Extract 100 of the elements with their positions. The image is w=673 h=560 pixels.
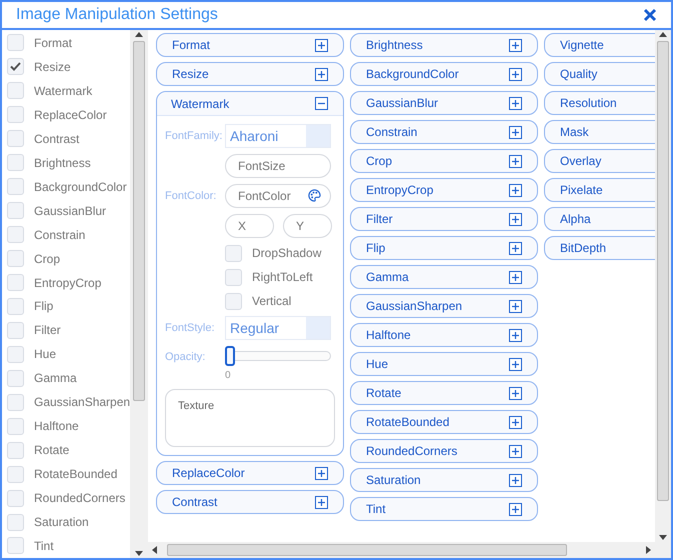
processor-label[interactable]: EntropyCrop [34,274,102,292]
plus-square-icon[interactable] [509,242,522,254]
processor-label[interactable]: GaussianBlur [34,202,106,220]
checkbox[interactable] [7,466,24,483]
scroll-up-icon[interactable] [659,32,667,37]
checkbox[interactable] [7,250,24,268]
section-header[interactable]: Rotate [350,381,538,405]
section-header[interactable]: BitDepth [544,236,655,260]
scroll-up-icon[interactable] [135,32,143,37]
section-header[interactable]: Saturation [350,468,538,492]
plus-square-icon[interactable] [509,38,522,52]
processor-label[interactable]: RoundedCorners [34,489,126,508]
checkbox[interactable] [7,394,24,411]
checkbox[interactable] [7,226,24,244]
section-header[interactable]: EntropyCrop [350,178,538,202]
processor-label[interactable]: Hue [34,345,56,364]
plus-square-icon[interactable] [509,416,522,428]
section-header[interactable]: BackgroundColor [350,62,538,86]
checkbox[interactable] [7,34,24,52]
section-header[interactable]: Format [156,33,344,57]
texture-field[interactable]: Texture [165,389,335,447]
section-header[interactable]: Mask [544,120,655,144]
scroll-down-icon[interactable] [659,535,667,540]
processor-label[interactable]: Contrast [34,130,80,148]
section-header[interactable]: Alpha [544,207,655,231]
plus-square-icon[interactable] [509,444,522,458]
plus-square-icon[interactable] [315,466,328,480]
checkbox[interactable] [7,370,24,387]
section-header[interactable]: Filter [350,207,538,231]
palette-icon[interactable] [308,189,321,202]
section-header[interactable]: Flip [350,236,538,260]
processor-label[interactable]: Halftone [34,417,79,436]
section-header[interactable]: Resolution [544,91,655,115]
plus-square-icon[interactable] [509,328,522,342]
slider-track[interactable] [225,346,331,366]
plus-square-icon[interactable] [509,386,522,400]
section-header[interactable]: GaussianBlur [350,91,538,115]
scroll-right-icon[interactable] [646,546,651,554]
checkbox[interactable] [7,58,24,76]
text-field[interactable]: X [225,214,274,238]
plus-square-icon[interactable] [509,96,522,110]
section-header[interactable]: Vignette [544,33,655,57]
scrollbar[interactable] [655,30,671,542]
section-header[interactable]: Brightness [350,33,538,57]
checkbox[interactable] [7,178,24,196]
plus-square-icon[interactable] [509,126,522,138]
section-header[interactable]: GaussianSharpen [350,294,538,318]
section-header[interactable]: Contrast [156,490,344,514]
section-header[interactable]: Halftone [350,323,538,347]
text-field[interactable]: Y [283,214,332,238]
section-header[interactable]: ReplaceColor [156,461,344,485]
processor-label[interactable]: Format [34,34,72,52]
dropdown[interactable]: Aharoni [225,124,331,148]
section-header[interactable]: Hue [350,352,538,376]
processor-label[interactable]: Watermark [34,82,92,100]
processor-label[interactable]: Flip [34,297,54,316]
plus-square-icon[interactable] [509,300,522,312]
section-header[interactable]: Gamma [350,265,538,289]
plus-square-icon[interactable] [509,68,522,80]
plus-square-icon[interactable] [509,184,522,196]
section-header[interactable]: Overlay [544,149,655,173]
section-header[interactable]: Tint [350,497,538,521]
text-field[interactable]: FontColor [225,184,331,208]
checkbox[interactable] [7,106,24,124]
minus-square-icon[interactable] [315,97,328,110]
checkbox[interactable] [7,490,24,507]
checkbox[interactable] [7,130,24,148]
processor-label[interactable]: ReplaceColor [34,106,107,124]
plus-square-icon[interactable] [509,502,522,516]
plus-square-icon[interactable] [509,212,522,226]
section-header[interactable]: Crop [350,149,538,173]
processor-label[interactable]: Saturation [34,513,89,532]
dropdown[interactable]: Regular [225,316,331,340]
checkbox[interactable] [7,154,24,172]
plus-square-icon[interactable] [509,270,522,284]
plus-square-icon[interactable] [315,38,328,52]
checkbox[interactable] [225,244,242,262]
slider-thumb[interactable] [225,346,235,366]
section-header[interactable]: RoundedCorners [350,439,538,463]
processor-label[interactable]: Filter [34,321,61,340]
checkbox[interactable] [225,268,242,286]
checkbox[interactable] [7,418,24,435]
processor-label[interactable]: Crop [34,250,60,268]
checkbox[interactable] [7,537,24,554]
processor-label[interactable]: Brightness [34,154,91,172]
checkbox[interactable] [225,292,242,310]
processor-label[interactable]: Constrain [34,226,86,244]
processor-label[interactable]: Resize [34,58,71,76]
scroll-down-icon[interactable] [135,551,143,556]
plus-square-icon[interactable] [315,496,328,508]
checkbox[interactable] [7,202,24,220]
checkbox[interactable] [7,322,24,339]
section-header[interactable]: Pixelate [544,178,655,202]
close-icon[interactable] [643,8,657,22]
checkbox[interactable] [7,514,24,531]
scroll-left-icon[interactable] [152,546,157,554]
processor-label[interactable]: BackgroundColor [34,178,127,196]
processor-label[interactable]: Rotate [34,441,70,460]
text-field[interactable]: FontSize [225,154,331,178]
processor-label[interactable]: RotateBounded [34,465,118,484]
